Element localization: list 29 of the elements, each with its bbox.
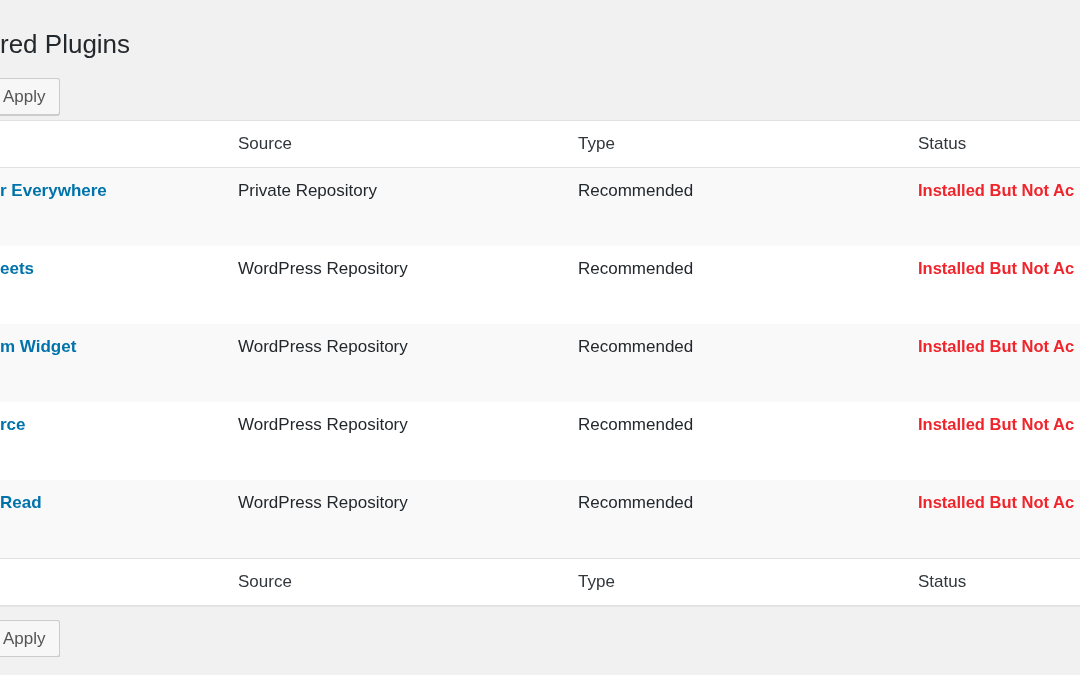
type-text: Recommended	[578, 258, 695, 279]
plugin-name-link[interactable]: m Widget	[0, 324, 238, 357]
source-text: WordPress Repository	[238, 492, 409, 513]
status-text: Installed But Not Ac	[918, 258, 1076, 278]
column-header: Status	[918, 572, 968, 592]
status-text: Installed But Not Ac	[918, 180, 1076, 200]
status-text: Installed But Not Ac	[918, 336, 1076, 356]
column-header: Source	[238, 134, 293, 154]
type-text: Recommended	[578, 492, 695, 513]
source-text: WordPress Repository	[238, 258, 409, 279]
source-text: WordPress Repository	[238, 414, 409, 435]
source-text: WordPress Repository	[238, 336, 409, 357]
plugin-name-link[interactable]: rce	[0, 402, 238, 435]
type-text: Recommended	[578, 180, 695, 201]
plugin-name-link[interactable]: r Everywhere	[0, 168, 238, 201]
apply-button[interactable]: Apply	[0, 78, 60, 115]
source-text: Private Repository	[238, 180, 378, 201]
plugin-name-link[interactable]: Read	[0, 480, 238, 513]
type-text: Recommended	[578, 414, 695, 435]
plugin-name-link[interactable]: eets	[0, 246, 238, 279]
apply-button[interactable]: Apply	[0, 620, 60, 657]
status-text: Installed But Not Ac	[918, 414, 1076, 434]
page-title: red Plugins	[0, 28, 132, 61]
column-header: Status	[918, 134, 968, 154]
column-header: Type	[578, 134, 616, 154]
status-text: Installed But Not Ac	[918, 492, 1076, 512]
column-header: Type	[578, 572, 616, 592]
column-header: Source	[238, 572, 293, 592]
type-text: Recommended	[578, 336, 695, 357]
